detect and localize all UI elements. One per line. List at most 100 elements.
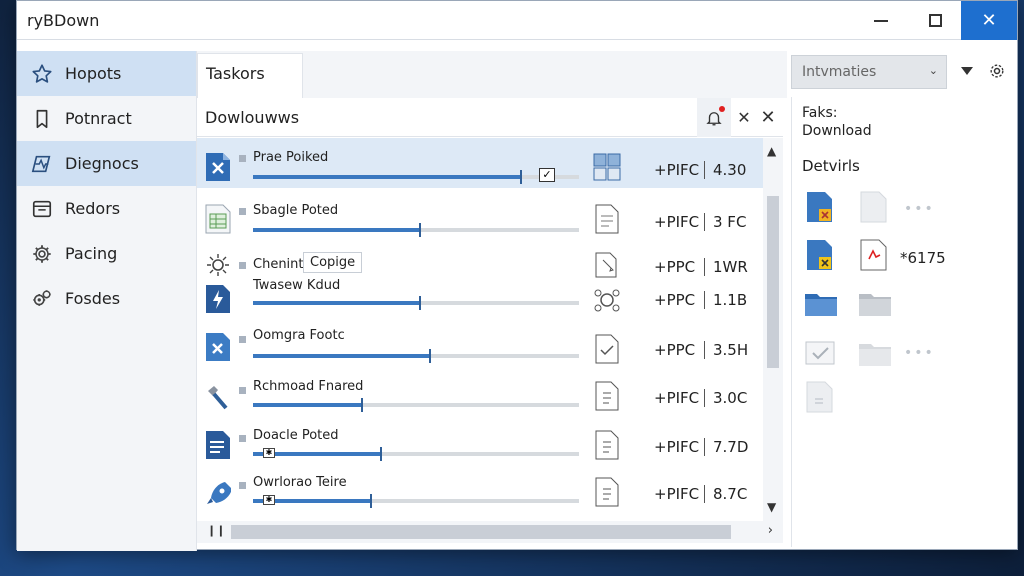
maximize-button[interactable]	[909, 1, 961, 40]
more-icon[interactable]: •••	[904, 201, 935, 217]
scroll-left-icon[interactable]: ❙❙	[207, 524, 225, 537]
minimize-button[interactable]	[855, 1, 907, 40]
edit-document-icon	[595, 252, 617, 278]
file-text-icon	[206, 431, 230, 459]
close-window-button[interactable]: ✕	[961, 1, 1017, 40]
row-bullet	[239, 262, 246, 269]
pdf-file-icon[interactable]	[860, 239, 888, 271]
tab-taskors[interactable]: Taskors	[197, 53, 303, 100]
progress-knob	[520, 170, 523, 184]
file-name: Prae Poiked	[253, 150, 329, 165]
blank-file-icon[interactable]	[860, 191, 888, 223]
file-property: +PPC	[654, 291, 696, 309]
file-size: 8.7C	[713, 485, 748, 503]
notifications-button[interactable]	[697, 98, 731, 137]
minimize-icon	[874, 19, 888, 22]
document-icon	[595, 204, 619, 234]
sidebar-item-diegnocs[interactable]: Diegnocs	[17, 141, 196, 186]
horizontal-scrollbar[interactable]: ❙❙ ›	[197, 521, 783, 543]
details-label: Faks:	[802, 105, 838, 121]
sidebar: Hopots Potnract Diegnocs Redors Pacing F…	[17, 51, 197, 551]
window-icon	[31, 198, 53, 220]
progress-knob	[429, 349, 432, 363]
folder-icon[interactable]	[858, 337, 892, 369]
list-item[interactable]: Owrlorao Teire ✱ +PIFC 8.7C	[197, 473, 763, 518]
progress-knob	[419, 223, 422, 237]
progress-bar	[253, 398, 579, 412]
tab-strip: Taskors	[197, 51, 787, 100]
title-bar: ryBDown ✕	[17, 1, 1017, 40]
chevron-down-icon[interactable]: ▼	[767, 500, 776, 514]
document-icon	[595, 430, 619, 460]
file-size: 1.1B	[713, 291, 748, 309]
list-item[interactable]: Doacle Poted ✱ +PIFC 7.7D	[197, 426, 763, 476]
settings-button[interactable]	[987, 61, 1007, 81]
progress-knob	[380, 447, 383, 461]
progress-bar	[253, 223, 579, 237]
gears-icon	[31, 288, 53, 310]
detail-value: *6175	[900, 249, 946, 267]
file-warning-icon[interactable]	[806, 239, 834, 271]
progress-bar	[253, 170, 579, 184]
file-property: +PPC	[654, 258, 696, 276]
list-item[interactable]: Sbagle Poted +PIFC 3 FC	[197, 196, 763, 246]
list-item[interactable]: Oomgra Footc +PPC 3.5H	[197, 324, 763, 374]
pause-icon[interactable]: ✱	[263, 448, 275, 458]
file-excel-icon	[206, 333, 230, 361]
file-property: +PIFC	[654, 213, 700, 231]
details-heading: Detvirls	[802, 157, 860, 175]
sidebar-item-potnract[interactable]: Potnract	[17, 96, 196, 141]
file-name: Owrlorao Teire	[253, 475, 347, 490]
folder-icon[interactable]	[858, 287, 892, 319]
column-separator	[704, 213, 705, 231]
dropdown-value: Intvmaties	[802, 64, 877, 80]
progress-fill	[253, 175, 521, 179]
app-title: ryBDown	[27, 11, 100, 30]
file-size: 3 FC	[713, 213, 747, 231]
vertical-scrollbar[interactable]: ▲ ▼	[763, 138, 783, 521]
sidebar-item-redors[interactable]: Redors	[17, 186, 196, 231]
tools-icon	[208, 386, 228, 410]
checkbox-icon[interactable]	[804, 337, 838, 369]
list-item[interactable]: Rchmoad Fnared +PIFC 3.0C	[197, 377, 763, 427]
sidebar-item-hopots[interactable]: Hopots	[17, 51, 196, 96]
file-property: +PIFC	[654, 485, 700, 503]
scroll-thumb[interactable]	[231, 525, 731, 539]
column-separator	[704, 438, 705, 456]
file-warning-icon[interactable]	[806, 191, 834, 223]
progress-bar	[253, 349, 579, 363]
folder-icon[interactable]	[804, 287, 838, 319]
scroll-thumb[interactable]	[767, 196, 779, 368]
row-bullet	[239, 435, 246, 442]
rocket-icon	[207, 482, 231, 504]
downloads-header: Dowlouwws ✕ ✕	[197, 98, 783, 137]
chevron-right-icon[interactable]: ›	[768, 523, 773, 538]
more-icon[interactable]: •••	[904, 345, 935, 361]
grid-icon	[593, 153, 621, 181]
sidebar-item-fosdes[interactable]: Fosdes	[17, 276, 196, 321]
close-panel-button[interactable]: ✕	[753, 98, 783, 137]
row-bullet	[239, 336, 246, 343]
sidebar-item-pacing[interactable]: Pacing	[17, 231, 196, 276]
details-panel: Faks: Download Detvirls ••• *6175 •••	[791, 97, 1017, 547]
column-separator	[704, 258, 705, 276]
list-item[interactable]: Prae Poiked ✓ +PIFC 4.30	[197, 138, 763, 188]
pause-icon[interactable]: ✱	[263, 495, 275, 505]
file-name: Rchmoad Fnared	[253, 379, 364, 394]
filter-dropdown[interactable]: Intvmaties ⌄	[791, 55, 947, 89]
sidebar-item-label: Hopots	[65, 64, 122, 83]
blank-file-icon[interactable]	[806, 381, 834, 413]
progress-knob	[370, 494, 373, 508]
row-checkbox[interactable]: ✓	[539, 168, 555, 182]
file-name: Chenint	[253, 257, 304, 272]
file-property: +PIFC	[654, 389, 700, 407]
file-size: 3.0C	[713, 389, 748, 407]
column-separator	[704, 389, 705, 407]
chevron-up-icon[interactable]: ▲	[767, 144, 776, 158]
copy-button[interactable]: Copige	[303, 252, 363, 273]
chevron-down-icon: ⌄	[928, 64, 938, 77]
menu-dropdown-button[interactable]	[957, 61, 977, 81]
file-excel-icon	[206, 153, 230, 181]
file-size: 4.30	[713, 161, 747, 179]
column-separator	[704, 291, 705, 309]
